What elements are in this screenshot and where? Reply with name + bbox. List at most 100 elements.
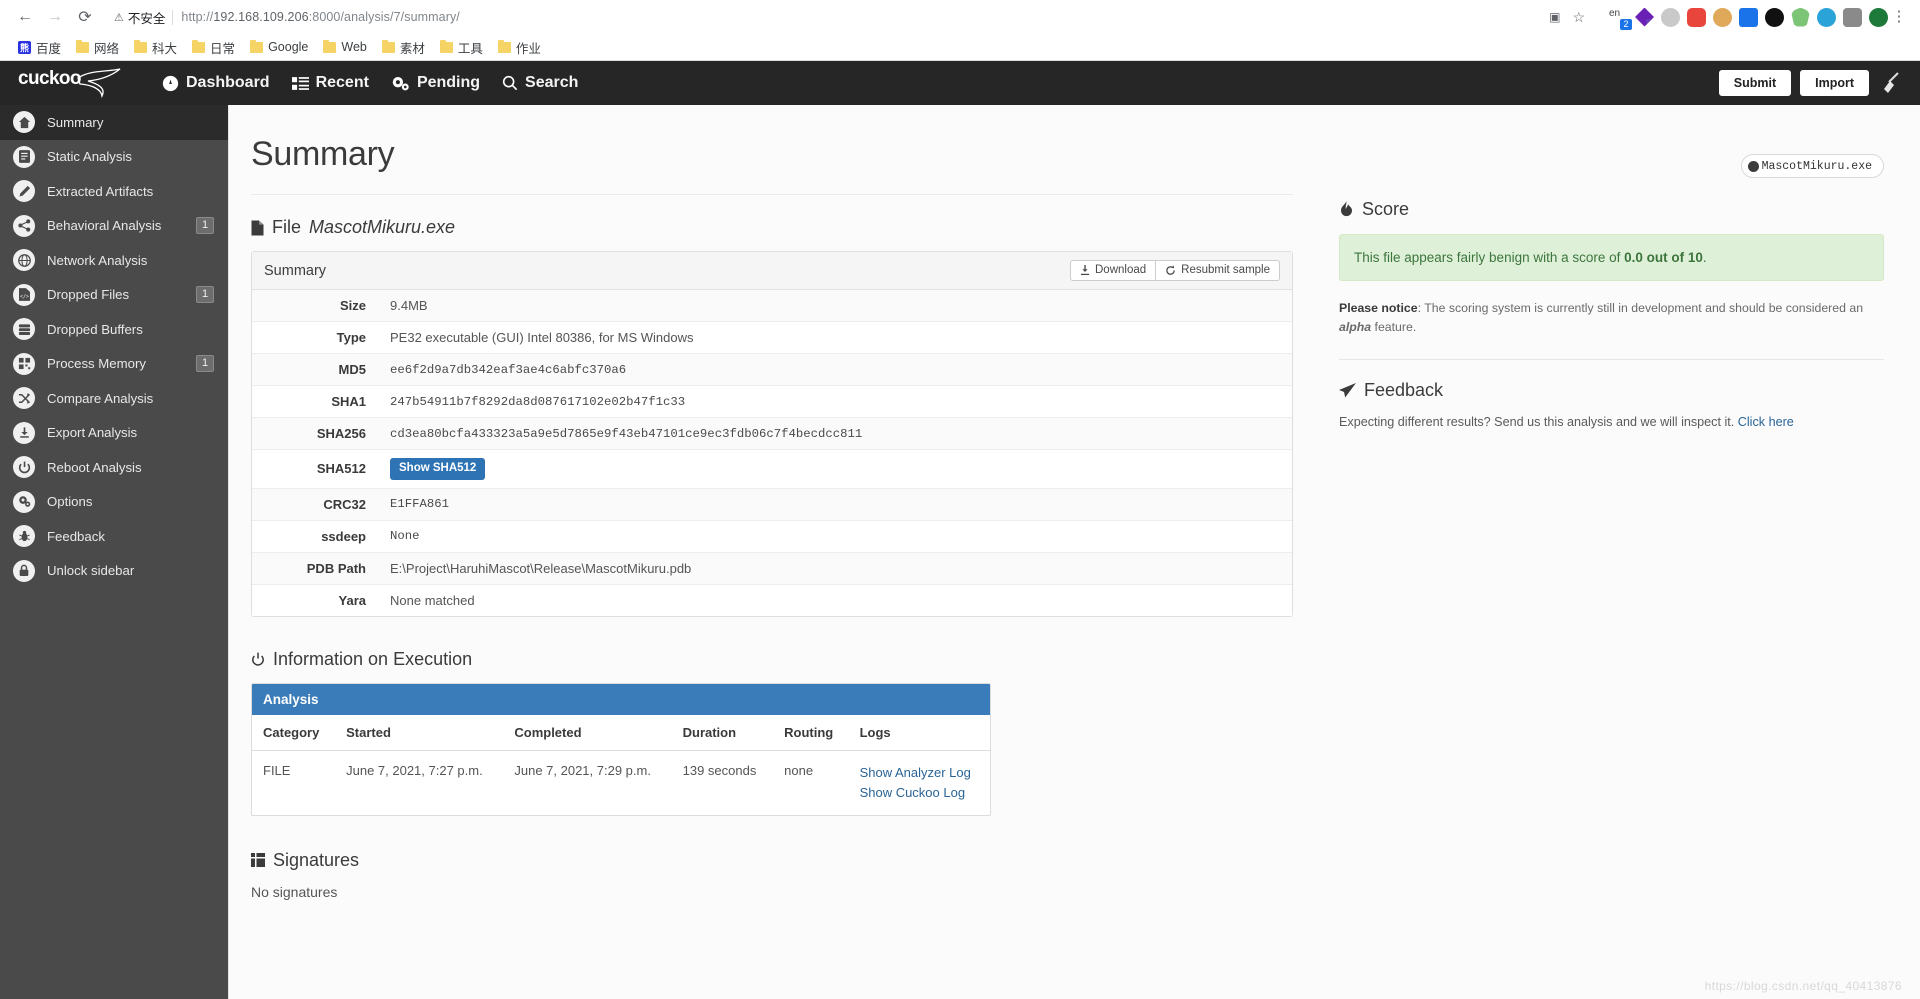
extension-icon-translate[interactable]: en 2 xyxy=(1609,8,1632,30)
fire-icon xyxy=(1341,201,1352,217)
refresh-icon xyxy=(1166,265,1175,275)
nav-item-recent[interactable]: Recent xyxy=(291,74,369,92)
execution-table-title: Analysis xyxy=(252,683,990,715)
sidebar-item-unlock-sidebar[interactable]: Unlock sidebar xyxy=(0,554,228,589)
bookmark-item[interactable]: 日常 xyxy=(186,36,241,59)
three-dots-menu-icon[interactable]: ⋮ xyxy=(1888,9,1910,24)
show-analyzer-log-link[interactable]: Show Analyzer Log xyxy=(860,763,979,783)
address-bar[interactable]: ⚠ 不安全 http://192.168.109.206:8000/analys… xyxy=(104,5,1597,29)
bookmark-item[interactable]: 作业 xyxy=(492,36,547,59)
bookmark-item[interactable]: 素材 xyxy=(376,36,431,59)
sidebar-item-summary[interactable]: Summary xyxy=(0,105,228,140)
bookmark-label: 作业 xyxy=(515,41,541,56)
cuckoo-app: cuckoo Dashboard Recent Pending Search S… xyxy=(0,61,1920,999)
bookmark-item[interactable]: 熊百度 xyxy=(12,36,67,59)
bookmark-item[interactable]: 网络 xyxy=(70,36,125,59)
folder-icon xyxy=(134,39,148,53)
sidebar-item-process-memory[interactable]: Process Memory 1 xyxy=(0,347,228,382)
bookmark-item[interactable]: 科大 xyxy=(128,36,183,59)
translate-icon[interactable]: ▣ xyxy=(1549,10,1560,24)
notice-alpha-label: alpha xyxy=(1339,320,1372,335)
nav-label: Search xyxy=(525,74,579,91)
score-message-prefix: This file appears fairly benign with a s… xyxy=(1354,250,1625,265)
resubmit-button[interactable]: Resubmit sample xyxy=(1156,259,1280,282)
reload-icon[interactable]: ⟳ xyxy=(70,2,100,32)
extension-icon-zotero[interactable] xyxy=(1739,7,1758,27)
sidebar-item-network-analysis[interactable]: Network Analysis xyxy=(0,243,228,278)
column-header-logs: Logs xyxy=(848,714,990,751)
submit-button[interactable]: Submit xyxy=(1718,69,1792,97)
extension-icon-cookie[interactable] xyxy=(1713,7,1732,27)
extension-icon-shield[interactable] xyxy=(1791,7,1810,27)
sidebar-item-compare-analysis[interactable]: Compare Analysis xyxy=(0,381,228,416)
row-value: None xyxy=(390,529,420,543)
import-button[interactable]: Import xyxy=(1800,69,1869,97)
execution-table: Category Started Completed Duration Rout… xyxy=(252,714,990,815)
forward-arrow-icon[interactable]: → xyxy=(40,2,70,32)
brand-label: cuckoo xyxy=(18,68,82,89)
row-key: SHA256 xyxy=(316,426,366,441)
download-button[interactable]: Download xyxy=(1070,259,1157,282)
bookmark-item[interactable]: Web xyxy=(317,38,372,56)
star-icon[interactable]: ☆ xyxy=(1572,9,1585,26)
extension-icon-chaoyang[interactable] xyxy=(1869,7,1888,27)
screenshot-root: ← → ⟳ ⚠ 不安全 http://192.168.109.206:8000/… xyxy=(0,0,1920,999)
home-icon xyxy=(13,111,35,134)
extension-icon-puzzle[interactable] xyxy=(1843,7,1862,27)
feedback-text-block: Expecting different results? Send us thi… xyxy=(1339,415,1884,429)
download-label: Download xyxy=(1095,263,1147,276)
sidebar-item-export-analysis[interactable]: Export Analysis xyxy=(0,416,228,451)
extension-icon-diamond[interactable]: 8 xyxy=(1635,7,1654,27)
left-column: Summary File MascotMikuru.exe Summary Do… xyxy=(251,135,1321,900)
sidebar-item-behavioral-analysis[interactable]: Behavioral Analysis 1 xyxy=(0,209,228,244)
sidebar-item-dropped-files[interactable]: </> Dropped Files 1 xyxy=(0,278,228,313)
globe-icon xyxy=(13,249,35,272)
extension-icon-idm[interactable] xyxy=(1817,7,1836,27)
sidebar-item-dropped-buffers[interactable]: Dropped Buffers xyxy=(0,312,228,347)
bookmark-label: 网络 xyxy=(94,41,120,56)
signatures-section-heading: Signatures xyxy=(251,850,1293,871)
bookmark-item[interactable]: 工具 xyxy=(434,36,489,59)
nav-item-dashboard[interactable]: Dashboard xyxy=(162,74,270,92)
share-nodes-icon xyxy=(13,214,35,237)
sidebar-item-reboot-analysis[interactable]: Reboot Analysis xyxy=(0,450,228,485)
row-key: Size xyxy=(339,298,366,313)
execution-table-card: Analysis Category Started Completed Dura… xyxy=(251,682,991,816)
sidebar-item-options[interactable]: Options xyxy=(0,485,228,520)
sample-badge[interactable]: MascotMikuru.exe xyxy=(1740,154,1884,178)
magnifier-icon xyxy=(502,75,518,91)
extension-icon-gray-dot[interactable] xyxy=(1661,7,1680,27)
bookmark-item[interactable]: Google xyxy=(244,38,314,56)
extensions-strip: en 2 8 xyxy=(1603,7,1888,30)
nav-item-search[interactable]: Search xyxy=(502,74,578,92)
sidebar-item-feedback[interactable]: Feedback xyxy=(0,519,228,554)
file-summary-card: Summary Download Resubmit sample Size 9.… xyxy=(251,251,1293,617)
extension-icon-infinity[interactable] xyxy=(1765,7,1784,27)
row-key: ssdeep xyxy=(321,528,366,544)
paper-plane-icon xyxy=(1339,383,1356,398)
show-cuckoo-log-link[interactable]: Show Cuckoo Log xyxy=(860,783,979,803)
sidebar-badge: 1 xyxy=(196,217,214,235)
sidebar-item-extracted-artifacts[interactable]: Extracted Artifacts xyxy=(0,174,228,209)
url-text: http://192.168.109.206:8000/analysis/7/s… xyxy=(181,10,460,24)
cell-logs: Show Analyzer Log Show Cuckoo Log xyxy=(849,750,990,815)
cell-duration: 139 seconds xyxy=(682,762,757,778)
show-sha512-button[interactable]: Show SHA512 xyxy=(390,458,486,480)
bookmark-label: Web xyxy=(341,40,367,54)
column-header-routing: Routing xyxy=(773,714,849,751)
click-here-link[interactable]: Click here xyxy=(1738,415,1794,429)
broom-icon[interactable] xyxy=(1878,70,1904,96)
row-key: SHA512 xyxy=(316,461,366,477)
security-label: 不安全 xyxy=(127,11,166,26)
gears-icon xyxy=(13,490,35,513)
nav-item-pending[interactable]: Pending xyxy=(391,74,480,92)
sidebar-item-static-analysis[interactable]: Static Analysis xyxy=(0,140,228,175)
bookmark-label: 素材 xyxy=(399,41,425,56)
cuckoo-logo[interactable]: cuckoo xyxy=(18,68,121,98)
sidebar-item-label: Export Analysis xyxy=(47,425,138,441)
bookmarks-bar: 熊百度 网络 科大 日常 Google Web 素材 工具 作业 xyxy=(0,34,1920,61)
back-arrow-icon[interactable]: ← xyxy=(10,2,40,32)
baidu-icon: 熊 xyxy=(18,40,31,54)
bookmark-label: 科大 xyxy=(152,41,178,56)
extension-icon-red[interactable] xyxy=(1687,7,1706,27)
